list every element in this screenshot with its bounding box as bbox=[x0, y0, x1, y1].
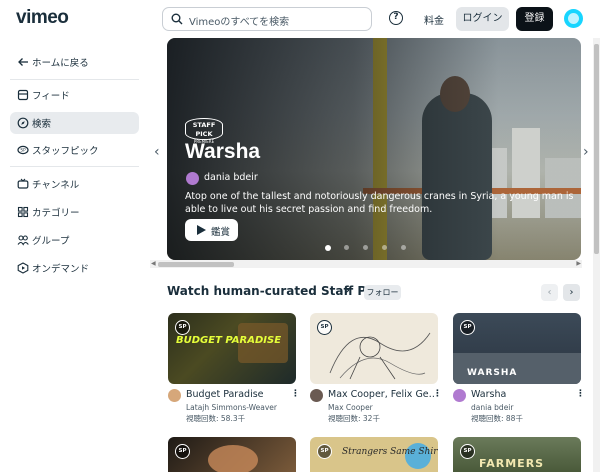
staff-pick-badge-icon: SP bbox=[175, 320, 190, 335]
ondemand-icon bbox=[17, 262, 29, 274]
hero-prev-chevron-icon[interactable]: ‹ bbox=[154, 144, 160, 160]
card-author-avatar[interactable] bbox=[310, 389, 323, 402]
section-title[interactable]: Watch human-curated Staff Picks bbox=[167, 284, 393, 298]
staff-pick-badge: STAFF PICK PREMIERE bbox=[185, 118, 223, 144]
staff-pick-badge-icon: SP bbox=[317, 444, 332, 459]
sidebar: ホームに戻る フィード 検索 SP スタッフピック チャンネル カテゴリー グル… bbox=[0, 38, 150, 472]
search-input[interactable]: Vimeoのすべてを検索 bbox=[162, 7, 372, 31]
card-views: 視聴回数: 58.3千 bbox=[186, 414, 246, 423]
hero-author[interactable]: dania bdeir bbox=[204, 172, 258, 183]
account-avatar-icon[interactable] bbox=[564, 9, 583, 28]
carousel-next-button[interactable]: › bbox=[563, 284, 580, 301]
thumb-title-art: FARMERS bbox=[479, 457, 545, 470]
tv-icon bbox=[17, 178, 29, 189]
group-icon bbox=[17, 235, 29, 246]
staff-pick-badge-icon: SP bbox=[460, 444, 475, 459]
card-title[interactable]: Warsha bbox=[471, 389, 579, 400]
video-thumbnail[interactable]: WARSHA SP bbox=[453, 313, 581, 384]
help-icon[interactable]: ? bbox=[389, 11, 403, 25]
card-title[interactable]: Max Cooper, Felix Ge… bbox=[328, 389, 436, 400]
grid-icon bbox=[17, 206, 29, 218]
hero-description: Atop one of the tallest and notoriously … bbox=[185, 191, 574, 215]
more-options-icon[interactable]: ⋮ bbox=[291, 389, 300, 399]
thumb-title-art: Strangers Same Shirt bbox=[342, 447, 438, 457]
sidebar-item-on-demand[interactable]: オンデマンド bbox=[10, 257, 139, 279]
thumb-art bbox=[208, 445, 258, 472]
staff-pick-badge-text: STAFF PICK bbox=[192, 121, 216, 138]
login-button[interactable]: ログイン bbox=[456, 7, 509, 31]
video-thumbnail[interactable]: BUDGET PARADISE SP bbox=[168, 313, 296, 384]
scroll-right-arrow-icon[interactable]: ▶ bbox=[576, 260, 581, 267]
video-thumbnail[interactable]: FARMERS SP bbox=[453, 437, 581, 472]
video-thumbnail[interactable]: SP bbox=[168, 437, 296, 472]
vertical-scrollbar[interactable] bbox=[593, 38, 600, 472]
sidebar-item-groups[interactable]: グループ bbox=[10, 229, 139, 251]
sidebar-item-label: ホームに戻る bbox=[32, 58, 89, 69]
carousel-dot[interactable] bbox=[325, 244, 331, 251]
card-title[interactable]: Budget Paradise bbox=[186, 389, 294, 400]
carousel-dot[interactable] bbox=[363, 245, 368, 250]
follow-button[interactable]: フォロー bbox=[364, 285, 401, 300]
card-author-avatar[interactable] bbox=[453, 389, 466, 402]
card-views: 視聴回数: 88千 bbox=[471, 414, 523, 423]
sidebar-item-label: オンデマンド bbox=[32, 264, 90, 275]
staff-pick-badge-icon: SP bbox=[175, 444, 190, 459]
sidebar-item-categories[interactable]: カテゴリー bbox=[10, 201, 139, 223]
staff-pick-icon: SP bbox=[17, 145, 29, 155]
sidebar-item-label: グループ bbox=[32, 236, 70, 247]
video-thumbnail[interactable]: SP bbox=[310, 313, 438, 384]
sidebar-item-label: チャンネル bbox=[32, 180, 80, 191]
thumb-title-art: WARSHA bbox=[467, 368, 518, 378]
thumb-title-art: BUDGET PARADISE bbox=[176, 335, 282, 346]
section-chevron-right-icon[interactable]: › bbox=[345, 283, 350, 297]
card-author[interactable]: Max Cooper bbox=[328, 403, 373, 412]
pricing-link[interactable]: 料金 bbox=[424, 12, 444, 27]
hero-title[interactable]: Warsha bbox=[185, 140, 260, 164]
carousel-dot[interactable] bbox=[382, 245, 387, 250]
staff-pick-badge-icon: SP bbox=[460, 320, 475, 335]
horizontal-scrollbar[interactable]: ◀ ▶ bbox=[150, 260, 582, 268]
video-thumbnail[interactable]: Strangers Same Shirt SP bbox=[310, 437, 438, 472]
card-views: 視聴回数: 32千 bbox=[328, 414, 380, 423]
play-icon bbox=[197, 225, 206, 235]
sidebar-item-label: 検索 bbox=[32, 119, 52, 130]
watch-button[interactable]: 鑑賞 bbox=[185, 219, 238, 241]
card-author[interactable]: dania bdeir bbox=[471, 403, 513, 412]
card-author[interactable]: Latajh Simmons-Weaver bbox=[186, 403, 277, 412]
register-button[interactable]: 登録 bbox=[516, 7, 553, 31]
carousel-dot[interactable] bbox=[401, 245, 406, 250]
scrollbar-thumb[interactable] bbox=[158, 261, 234, 267]
watch-label: 鑑賞 bbox=[211, 227, 231, 238]
hero-author-avatar[interactable] bbox=[186, 172, 199, 185]
carousel-dot[interactable] bbox=[344, 245, 349, 250]
sidebar-item-channels[interactable]: チャンネル bbox=[10, 173, 139, 195]
sidebar-item-staff-picks[interactable]: SP スタッフピック bbox=[10, 139, 139, 161]
top-header: vimeo Vimeoのすべてを検索 ? 料金 ログイン 登録 bbox=[0, 0, 600, 38]
sidebar-divider bbox=[10, 166, 139, 167]
sidebar-item-feed[interactable]: フィード bbox=[10, 84, 139, 106]
arrow-left-icon bbox=[18, 58, 28, 66]
more-options-icon[interactable]: ⋮ bbox=[576, 389, 585, 399]
svg-text:SP: SP bbox=[20, 148, 26, 153]
search-icon bbox=[171, 13, 183, 25]
sidebar-item-home[interactable]: ホームに戻る bbox=[10, 51, 139, 73]
feed-icon bbox=[17, 89, 29, 101]
sidebar-item-label: フィード bbox=[32, 91, 70, 102]
vimeo-logo[interactable]: vimeo bbox=[16, 7, 69, 29]
sidebar-item-label: スタッフピック bbox=[32, 146, 99, 157]
staff-pick-badge-icon: SP bbox=[317, 320, 332, 335]
carousel-prev-button[interactable]: ‹ bbox=[541, 284, 558, 301]
sidebar-item-label: カテゴリー bbox=[32, 208, 80, 219]
more-options-icon[interactable]: ⋮ bbox=[433, 389, 442, 399]
search-placeholder: Vimeoのすべてを検索 bbox=[189, 17, 290, 28]
sidebar-item-explore[interactable]: 検索 bbox=[10, 112, 139, 134]
hero-next-chevron-icon[interactable]: › bbox=[583, 144, 589, 160]
hero-banner[interactable]: STAFF PICK PREMIERE Warsha dania bdeir A… bbox=[167, 38, 581, 260]
sidebar-divider bbox=[10, 79, 139, 80]
compass-icon bbox=[17, 117, 29, 129]
scrollbar-thumb[interactable] bbox=[594, 44, 599, 254]
card-author-avatar[interactable] bbox=[168, 389, 181, 402]
scroll-left-arrow-icon[interactable]: ◀ bbox=[151, 260, 156, 267]
